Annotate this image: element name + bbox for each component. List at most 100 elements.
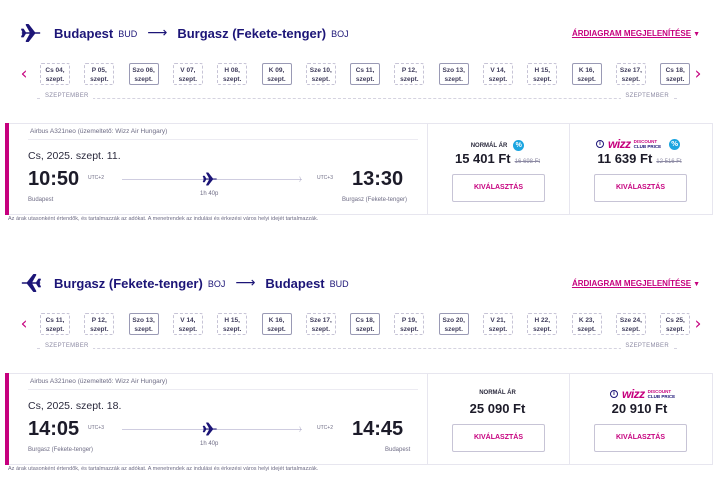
arrival-airport: Budapest — [385, 447, 411, 453]
date-option[interactable]: K 23, szept. — [571, 313, 602, 335]
date-option[interactable]: P 12, szept. — [394, 63, 425, 85]
club-price: 11 639 Ft 12 516 Ft — [597, 151, 682, 166]
date-option[interactable]: Szo 13, szept. — [438, 63, 469, 85]
departure-utc: UTC+3 — [88, 425, 104, 431]
aircraft-info: Airbus A321neo (üzemeltető: Wizz Air Hun… — [30, 128, 168, 135]
route-arrow-icon: ⟶ — [235, 275, 256, 291]
inbound-section: Burgasz (Fekete-tenger) BOJ ⟶ Budapest B… — [0, 250, 718, 480]
date-option[interactable]: Sze 24, szept. — [615, 313, 646, 335]
destination-city: Budapest — [265, 275, 325, 291]
normal-price: 15 401 Ft 16 698 Ft — [454, 151, 540, 166]
date-list: Cs 04, szept. P 05, szept. Szo 06, szept. V 07… — [40, 62, 691, 88]
origin-code: BOJ — [207, 279, 226, 289]
date-option[interactable]: V 21, szept. — [483, 313, 513, 335]
date-option[interactable]: Szo 06, szept. — [128, 63, 159, 85]
normal-price-label: NORMÁL ÁR — [479, 390, 516, 396]
route-header: Budapest BUD ⟶ Burgasz (Fekete-tenger) B… — [20, 18, 700, 48]
date-option[interactable]: K 16, szept. — [571, 63, 602, 85]
date-option[interactable]: P 19, szept. — [394, 313, 425, 335]
month-label: SZEPTEMBER — [621, 343, 673, 349]
date-option[interactable]: P 05, szept. — [84, 63, 115, 85]
month-divider: SZEPTEMBER SZEPTEMBER — [37, 93, 677, 103]
route-header: Burgasz (Fekete-tenger) BOJ ⟶ Budapest B… — [20, 268, 700, 298]
arrival-utc: UTC+2 — [317, 425, 333, 431]
departure-airport: Burgasz (Fekete-tenger) — [28, 447, 94, 453]
next-dates-button[interactable]: › — [692, 315, 704, 335]
date-option[interactable]: H 15, szept. — [217, 313, 248, 335]
normal-price: 25 090 Ft — [469, 401, 526, 416]
normal-price-label: NORMÁL ÁR% — [428, 140, 567, 151]
flight-card: Airbus A321neo (üzemeltető: Wizz Air Hun… — [5, 123, 713, 215]
next-dates-button[interactable]: › — [692, 65, 704, 85]
select-normal-fare-button[interactable]: KIVÁLASZTÁS — [452, 174, 545, 202]
date-option[interactable]: Sze 10, szept. — [305, 63, 336, 85]
date-option[interactable]: Cs 18, szept. — [660, 63, 691, 85]
airplane-icon — [202, 422, 217, 436]
select-club-fare-button[interactable]: KIVÁLASZTÁS — [594, 424, 687, 452]
old-price: 16 698 Ft — [514, 159, 540, 165]
departure-time: 10:50 — [28, 168, 80, 190]
month-label: SZEPTEMBER — [621, 93, 673, 99]
destination-code: BOJ — [331, 29, 349, 39]
date-option[interactable]: V 14, szept. — [483, 63, 513, 85]
club-price-box: i wizz DISCOUNT CLUB PRICE 20 910 Ft KIVÁ… — [569, 374, 709, 464]
select-club-fare-button[interactable]: KIVÁLASZTÁS — [594, 174, 687, 202]
arrival-utc: UTC+3 — [317, 175, 333, 181]
flight-date: Cs, 2025. szept. 18. — [28, 400, 122, 412]
date-option[interactable]: H 22, szept. — [527, 313, 558, 335]
date-option[interactable]: Cs 25, szept. — [660, 313, 691, 335]
airplane-icon — [202, 172, 217, 186]
date-option[interactable]: H 15, szept. — [527, 63, 558, 85]
info-icon[interactable]: i — [596, 140, 604, 148]
normal-price-box: NORMÁL ÁR% 15 401 Ft 16 698 Ft KIVÁLASZTÁ… — [427, 124, 567, 214]
chevron-down-icon: ▼ — [693, 30, 700, 38]
show-fare-chart-link[interactable]: ÁRDIAGRAM MEGJELENÍTÉSE ▼ — [572, 29, 700, 38]
date-option[interactable]: P 12, szept. — [84, 313, 115, 335]
flight-duration: 1h 40p — [200, 191, 219, 197]
month-label: SZEPTEMBER — [41, 93, 93, 99]
select-normal-fare-button[interactable]: KIVÁLASZTÁS — [452, 424, 545, 452]
date-option[interactable]: K 09, szept. — [261, 63, 292, 85]
prev-dates-button[interactable]: ‹ — [18, 315, 30, 335]
date-selector: ‹ Cs 11, szept. P 12, szept. Szo 13, szept. V … — [16, 312, 706, 338]
date-option[interactable]: Cs 18, szept. — [350, 313, 381, 335]
chevron-right-icon: ⟩ — [299, 176, 302, 183]
airplane-icon — [21, 274, 41, 292]
arrival-time: 13:30 — [352, 168, 404, 190]
discount-percent-icon: % — [513, 140, 525, 151]
origin-city: Burgasz (Fekete-tenger) — [54, 275, 203, 291]
date-option[interactable]: Sze 17, szept. — [615, 63, 646, 85]
date-option[interactable]: Szo 20, szept. — [438, 313, 469, 335]
wizz-discount-club-logo: i wizz DISCOUNT CLUB PRICE % — [596, 137, 681, 151]
departure-time: 14:05 — [28, 418, 80, 440]
arrival-airport: Burgasz (Fekete-tenger) — [342, 197, 408, 203]
flight-duration: 1h 40p — [200, 441, 219, 447]
date-option[interactable]: Szo 13, szept. — [128, 313, 159, 335]
prev-dates-button[interactable]: ‹ — [18, 65, 30, 85]
price-note: Az árak utasonként értendők, és tartalma… — [8, 216, 319, 222]
route-arrow-icon: ⟶ — [147, 25, 168, 41]
chevron-right-icon: ⟩ — [299, 426, 302, 433]
destination-code: BUD — [329, 279, 349, 289]
date-option[interactable]: Sze 17, szept. — [305, 313, 336, 335]
info-icon[interactable]: i — [610, 390, 618, 398]
date-option[interactable]: Cs 11, szept. — [350, 63, 381, 85]
origin-code: BUD — [118, 29, 138, 39]
departure-airport: Budapest — [28, 197, 54, 203]
date-list: Cs 11, szept. P 12, szept. Szo 13, szept. V 14… — [40, 312, 691, 338]
flight-card: Airbus A321neo (üzemeltető: Wizz Air Hun… — [5, 373, 713, 465]
club-price: 20 910 Ft — [611, 401, 668, 416]
aircraft-info: Airbus A321neo (üzemeltető: Wizz Air Hun… — [30, 378, 168, 385]
chevron-down-icon: ▼ — [693, 280, 700, 288]
month-label: SZEPTEMBER — [41, 343, 93, 349]
date-option[interactable]: V 14, szept. — [172, 313, 203, 335]
date-option[interactable]: H 08, szept. — [217, 63, 248, 85]
date-option[interactable]: Cs 04, szept. — [40, 63, 70, 85]
airplane-icon — [21, 24, 41, 42]
date-option[interactable]: Cs 11, szept. — [40, 313, 70, 335]
wizz-discount-club-logo: i wizz DISCOUNT CLUB PRICE — [610, 387, 675, 401]
date-option[interactable]: V 07, szept. — [172, 63, 203, 85]
arrival-time: 14:45 — [352, 418, 404, 440]
show-fare-chart-link[interactable]: ÁRDIAGRAM MEGJELENÍTÉSE ▼ — [572, 279, 700, 288]
date-option[interactable]: K 16, szept. — [261, 313, 292, 335]
